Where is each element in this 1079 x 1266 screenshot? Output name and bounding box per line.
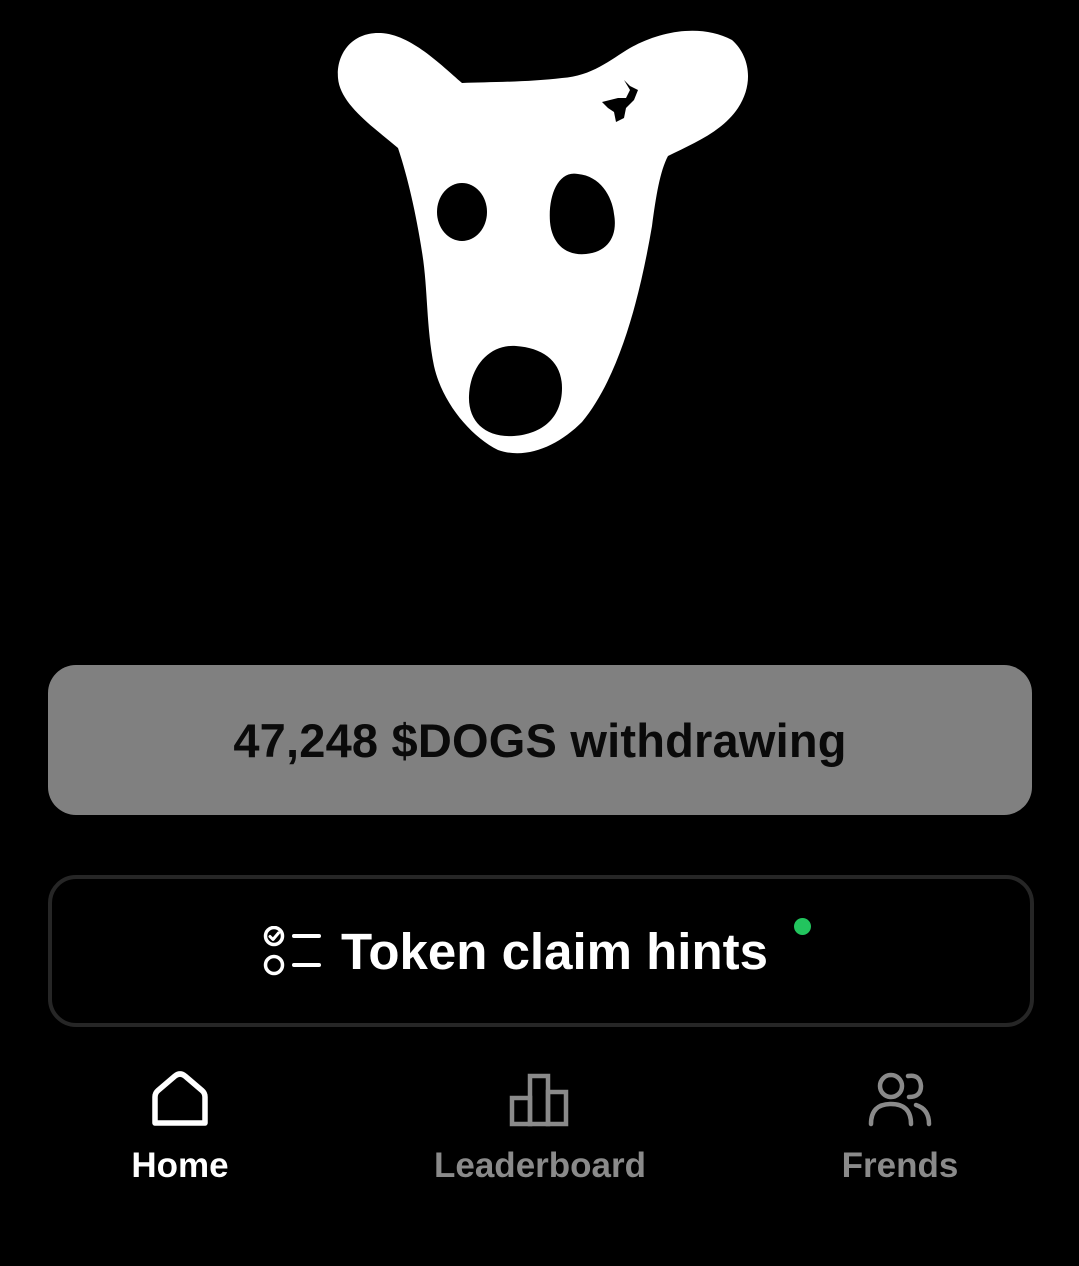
tab-leaderboard[interactable]: Leaderboard: [410, 1060, 670, 1190]
bottom-tab-bar: Home Leaderboard Frends: [0, 1060, 1079, 1200]
home-icon: [152, 1071, 208, 1126]
dog-head-icon: [337, 30, 749, 454]
checklist-icon: [263, 926, 321, 976]
tab-home-label: Home: [131, 1146, 229, 1185]
hints-content: Token claim hints: [263, 917, 811, 981]
dog-logo: [330, 26, 760, 458]
withdrawing-button[interactable]: 47,248 $DOGS withdrawing: [48, 665, 1032, 815]
tab-frends-label: Frends: [841, 1146, 959, 1185]
tab-leaderboard-label: Leaderboard: [434, 1146, 646, 1185]
tab-frends[interactable]: Frends: [770, 1060, 1030, 1190]
hints-label: Token claim hints: [341, 922, 768, 980]
withdrawing-label: 47,248 $DOGS withdrawing: [233, 713, 847, 767]
leaderboard-icon: [509, 1073, 569, 1127]
friends-icon: [868, 1072, 932, 1127]
tab-home[interactable]: Home: [50, 1060, 310, 1190]
token-claim-hints-button[interactable]: Token claim hints: [48, 875, 1034, 1027]
notification-dot: [793, 917, 811, 935]
